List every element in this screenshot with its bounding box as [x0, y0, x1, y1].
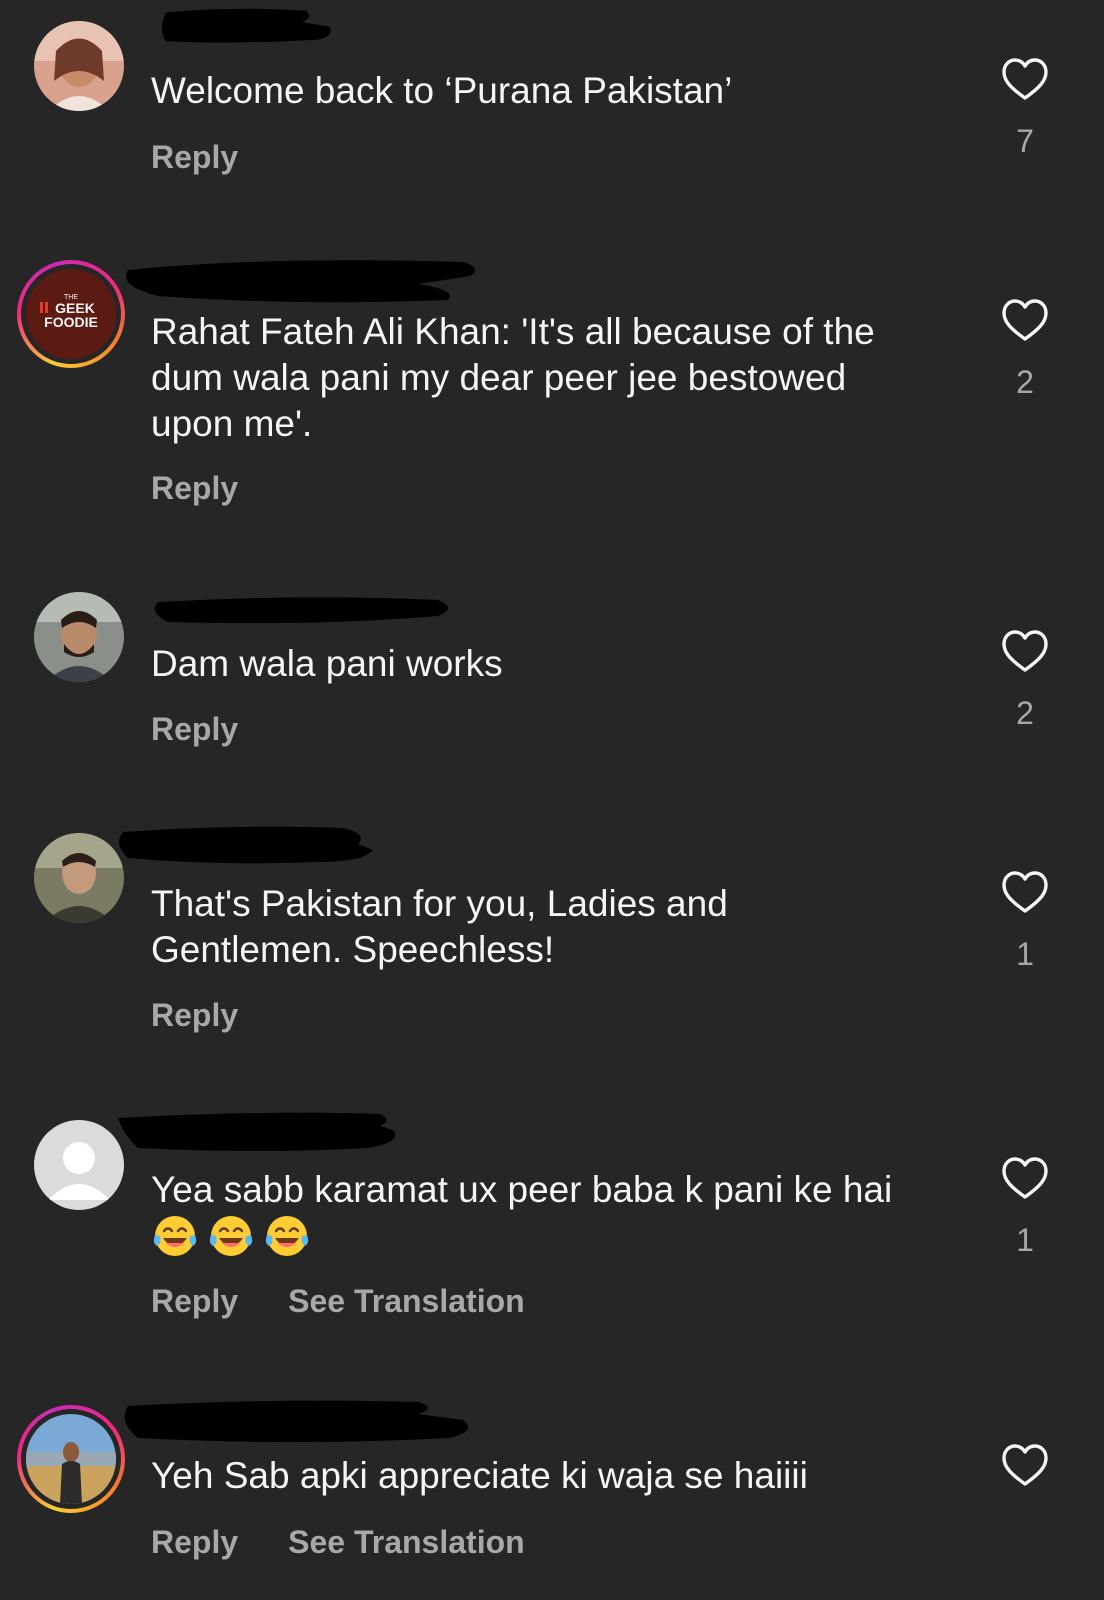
comment-text: Rahat Fateh Ali Khan: 'It's all because … [151, 311, 875, 444]
laughing-tears-emoji-icon [265, 1216, 309, 1256]
geek-foodie-logo: THE GEEK FOODIE [26, 269, 116, 359]
like-area: 1 [999, 1156, 1051, 1259]
username-redacted [119, 826, 373, 864]
reply-button[interactable]: Reply [151, 1283, 238, 1320]
reply-button[interactable]: Reply [151, 470, 238, 507]
avatar[interactable] [34, 21, 124, 111]
laughing-tears-emoji-icon [153, 1216, 197, 1256]
like-count: 2 [1016, 364, 1034, 400]
heart-icon[interactable] [1001, 57, 1049, 101]
like-count: 1 [1016, 1222, 1034, 1258]
like-count: 1 [1016, 936, 1034, 972]
username-redacted [126, 260, 476, 303]
username-redacted [154, 597, 448, 624]
see-translation-button[interactable]: See Translation [288, 1524, 525, 1561]
like-area: 2 [999, 629, 1051, 732]
like-area: 7 [999, 57, 1051, 160]
reply-button[interactable]: Reply [151, 711, 238, 748]
default-user-icon [34, 1120, 124, 1210]
avatar-default[interactable] [34, 1120, 124, 1210]
comment-text-content: Yea sabb karamat ux peer baba k pani ke … [151, 1169, 893, 1210]
username-redacted [118, 1112, 396, 1151]
username-redacted [162, 8, 331, 43]
comment-text: Dam wala pani works [151, 643, 503, 684]
like-area: 2 [999, 298, 1051, 401]
emoji-group [151, 1216, 319, 1259]
see-translation-button[interactable]: See Translation [288, 1283, 525, 1320]
heart-icon[interactable] [1001, 1443, 1049, 1487]
laughing-tears-emoji-icon [209, 1216, 253, 1256]
like-count: 2 [1016, 695, 1034, 731]
avatar-with-story-ring[interactable] [17, 1405, 125, 1513]
comment-text: Welcome back to ‘Purana Pakistan’ [151, 70, 733, 111]
heart-icon[interactable] [1001, 1156, 1049, 1200]
comment-text: That's Pakistan for you, Ladies and Gent… [151, 883, 728, 970]
avatar[interactable] [34, 592, 124, 682]
avatar[interactable] [34, 833, 124, 923]
like-count: 7 [1016, 123, 1034, 159]
comment-text: Yeh Sab apki appreciate ki waja se haiii… [151, 1455, 808, 1496]
reply-button[interactable]: Reply [151, 139, 238, 176]
reply-button[interactable]: Reply [151, 1524, 238, 1561]
heart-icon[interactable] [1001, 629, 1049, 673]
like-area [999, 1443, 1051, 1487]
comment-text: Yea sabb karamat ux peer baba k pani ke … [151, 1167, 911, 1262]
avatar-with-story-ring[interactable]: THE GEEK FOODIE [17, 260, 125, 368]
heart-icon[interactable] [1001, 298, 1049, 342]
heart-icon[interactable] [1001, 870, 1049, 914]
reply-button[interactable]: Reply [151, 997, 238, 1034]
svg-text:FOODIE: FOODIE [44, 314, 98, 330]
like-area: 1 [999, 870, 1051, 973]
username-redacted [124, 1400, 469, 1442]
